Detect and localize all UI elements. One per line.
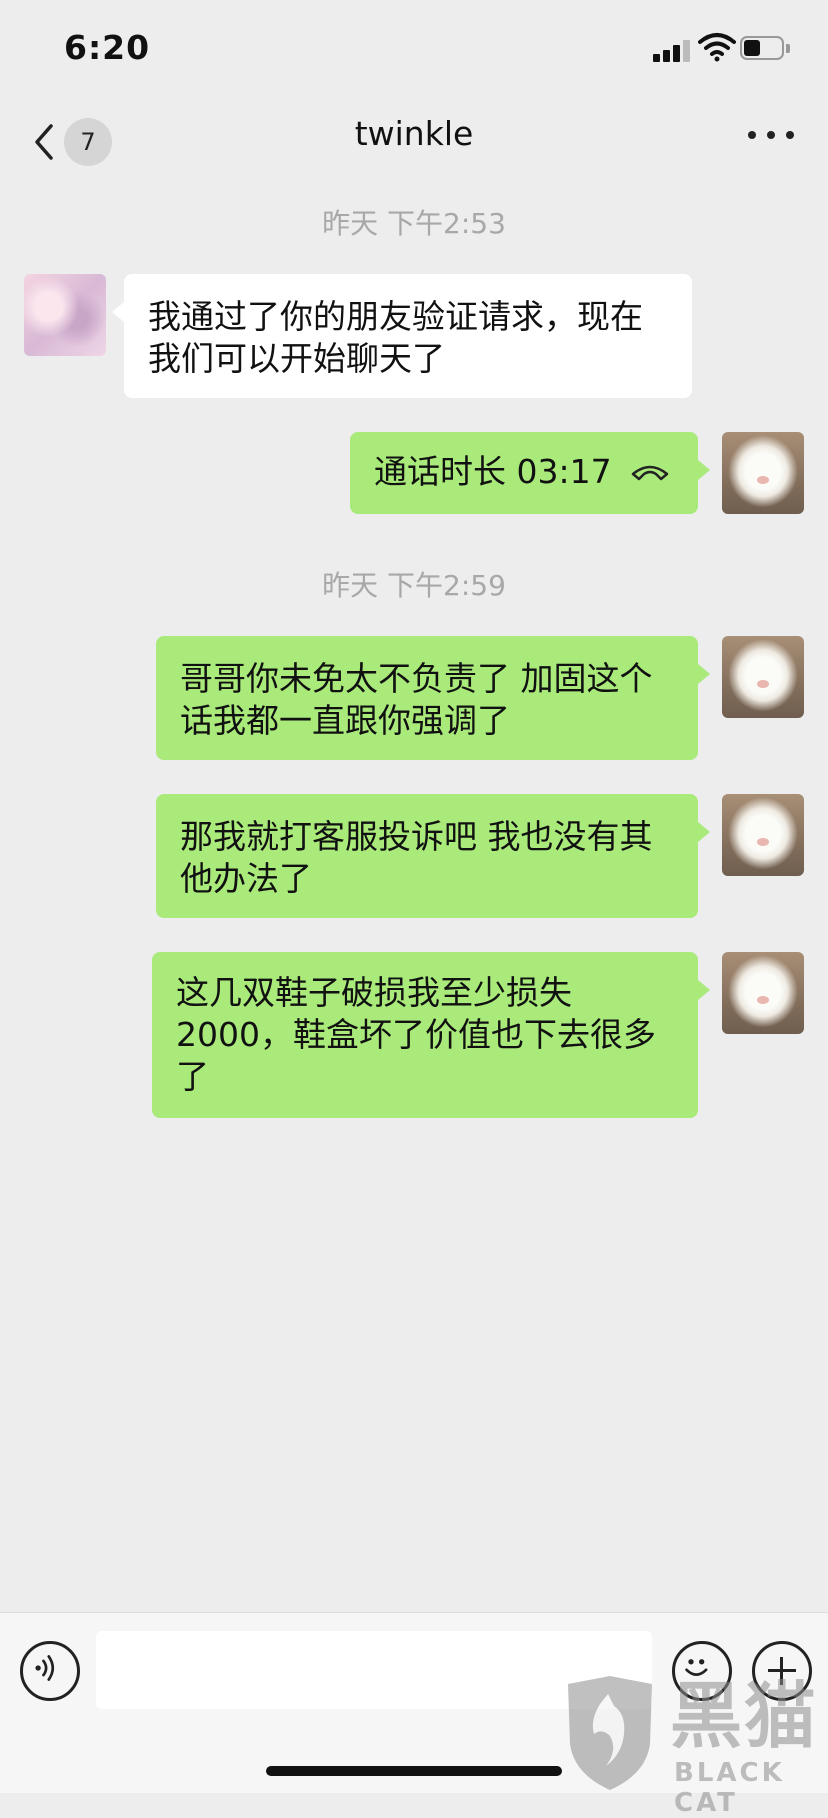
incoming-message[interactable]: 我通过了你的朋友验证请求，现在我们可以开始聊天了 [112,274,692,398]
outgoing-message[interactable]: 那我就打客服投诉吧 我也没有其他办法了 [156,794,710,918]
timestamp: 昨天 下午2:59 [322,569,506,602]
watermark-text-en: BLACK CAT [674,1758,785,1818]
watermark-text-cn: 黑猫 [670,1674,819,1758]
status-bar: 6:20 [0,0,828,100]
chat-header: 7 twinkle [0,100,828,196]
chat-title: twinkle [354,114,474,153]
call-duration-text: 通话时长 03:17 [374,452,612,491]
contact-avatar[interactable] [24,274,106,356]
outgoing-message[interactable]: 哥哥你未免太不负责了 加固这个话我都一直跟你强调了 [156,636,710,760]
cat-shield-icon [568,1676,652,1790]
status-time: 6:20 [64,28,151,67]
voice-input-button[interactable] [20,1641,80,1701]
wifi-icon [698,33,736,62]
my-avatar[interactable] [722,794,804,876]
cellular-signal-icon [653,38,691,62]
call-duration-message[interactable]: 通话时长 03:17 [350,432,710,514]
voice-icon [35,1655,55,1681]
my-avatar[interactable] [722,636,804,718]
phone-hangup-icon [631,465,669,481]
battery-icon [740,36,790,62]
my-avatar[interactable] [722,432,804,514]
my-avatar[interactable] [722,952,804,1034]
more-options-button[interactable] [746,118,798,152]
outgoing-message[interactable]: 这几双鞋子破损我至少损失2000，鞋盒坏了价值也下去很多了 [152,952,710,1118]
watermark-logo: 黑猫 BLACK CAT [556,1674,828,1818]
timestamp: 昨天 下午2:53 [322,207,506,240]
home-indicator[interactable] [266,1766,562,1776]
